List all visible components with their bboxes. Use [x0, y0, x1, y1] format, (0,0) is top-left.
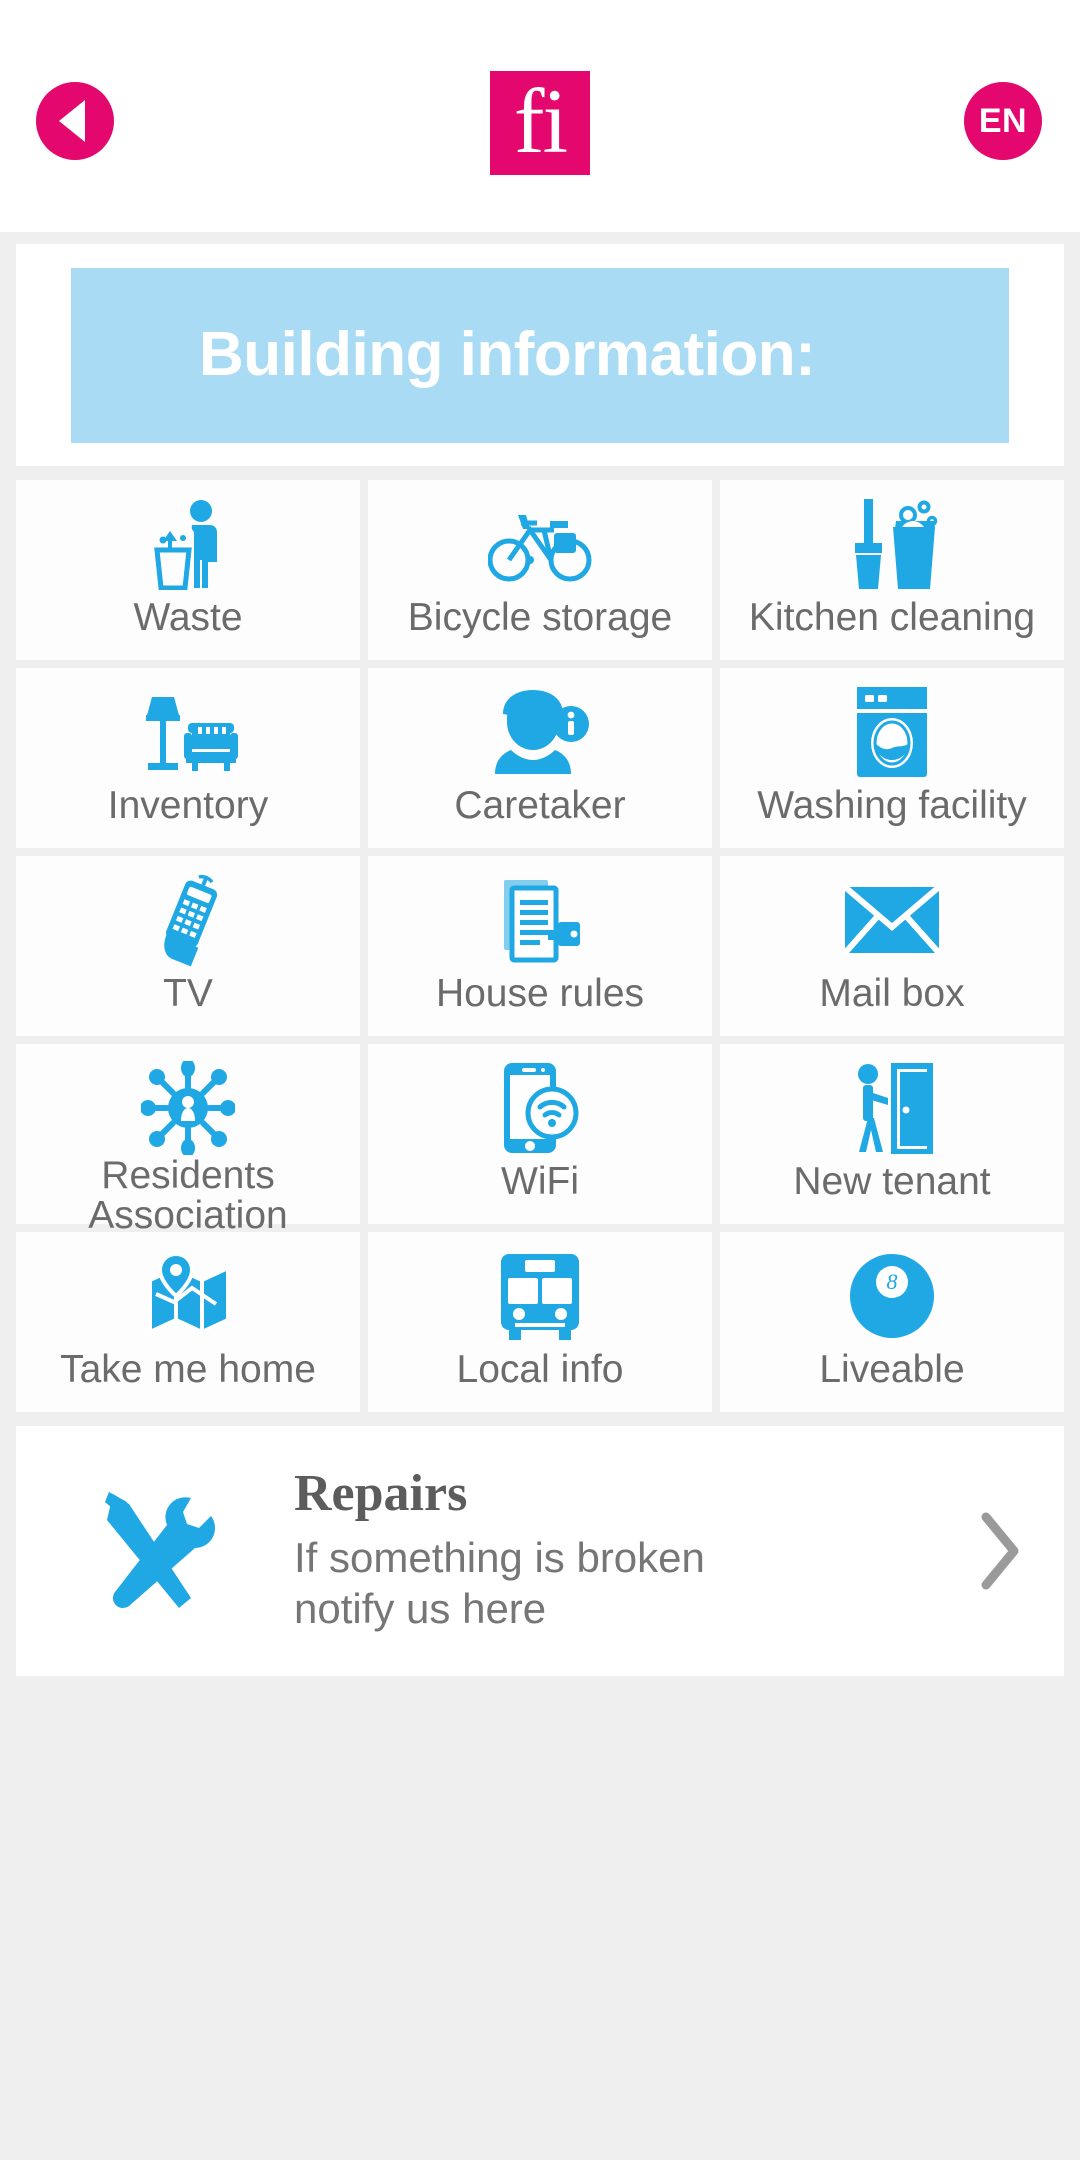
tile-residents-association[interactable]: Residents Association: [16, 1044, 360, 1235]
tile-label: Bicycle storage: [407, 596, 673, 639]
map-pin-icon: [16, 1250, 360, 1342]
person-door-icon: [720, 1062, 1064, 1154]
tile-label: WiFi: [501, 1160, 579, 1203]
washing-machine-icon: [720, 686, 1064, 778]
bus-icon: [368, 1250, 712, 1342]
language-label: EN: [978, 101, 1028, 140]
tile-take-me-home[interactable]: Take me home: [16, 1232, 360, 1412]
tile-label: Washing facility: [757, 784, 1027, 827]
app-header: fi EN: [0, 0, 1080, 232]
tile-label: Mail box: [819, 972, 965, 1015]
lamp-sofa-icon: [16, 686, 360, 778]
page-title-banner: Building information:: [71, 267, 1009, 443]
back-arrow-icon: [59, 100, 85, 142]
tile-label: Waste: [133, 596, 243, 639]
tile-label: House rules: [435, 972, 645, 1015]
repairs-card[interactable]: Repairs If something is broken notify us…: [16, 1426, 1064, 1676]
repairs-description: If something is broken: [294, 1534, 705, 1582]
tile-label: Liveable: [819, 1348, 965, 1391]
bicycle-icon: [368, 498, 712, 590]
eight-ball-icon: 8: [720, 1250, 1064, 1342]
tile-waste[interactable]: Waste: [16, 480, 360, 660]
tile-label: Caretaker: [454, 784, 626, 827]
building-info-grid: Waste Bicycle storage Kitchen cleaning I…: [16, 480, 1064, 1412]
logo-text: fi: [513, 69, 568, 172]
tile-kitchen-cleaning[interactable]: Kitchen cleaning: [720, 480, 1064, 660]
tile-mail-box[interactable]: Mail box: [720, 856, 1064, 1036]
remote-control-icon: [16, 874, 360, 967]
tile-tv[interactable]: TV: [16, 856, 360, 1036]
document-stamp-icon: [368, 874, 712, 966]
tile-inventory[interactable]: Inventory: [16, 668, 360, 848]
tile-liveable[interactable]: 8 Liveable: [720, 1232, 1064, 1412]
tile-bicycle-storage[interactable]: Bicycle storage: [368, 480, 712, 660]
cleaning-bucket-icon: [720, 498, 1064, 590]
app-root: fi EN Building information: Waste Bicycl…: [0, 0, 1080, 2160]
tile-label: Local info: [456, 1348, 624, 1391]
network-hub-icon: [16, 1061, 360, 1155]
tile-label: Take me home: [60, 1348, 316, 1391]
page-title: Building information:: [199, 320, 816, 389]
tile-new-tenant[interactable]: New tenant: [720, 1044, 1064, 1224]
tools-icon: [16, 1486, 294, 1616]
phone-wifi-icon: [368, 1062, 712, 1154]
tile-label: Kitchen cleaning: [748, 596, 1036, 639]
back-button[interactable]: [36, 82, 114, 160]
tile-label: Inventory: [107, 784, 269, 827]
person-info-icon: [368, 686, 712, 778]
svg-text:8: 8: [887, 1269, 898, 1294]
repairs-description-line2: notify us here: [294, 1585, 547, 1633]
repairs-title: Repairs: [294, 1465, 468, 1523]
tile-label: Residents Association: [88, 1154, 288, 1237]
waste-icon: [16, 498, 360, 590]
tile-label: TV: [163, 972, 213, 1015]
tile-local-info[interactable]: Local info: [368, 1232, 712, 1412]
page-title-card: Building information:: [16, 244, 1064, 466]
tile-house-rules[interactable]: House rules: [368, 856, 712, 1036]
tile-caretaker[interactable]: Caretaker: [368, 668, 712, 848]
language-button[interactable]: EN: [964, 82, 1042, 160]
app-logo[interactable]: fi: [490, 71, 590, 175]
chevron-right-icon[interactable]: [952, 1509, 1064, 1593]
tile-washing-facility[interactable]: Washing facility: [720, 668, 1064, 848]
tile-wifi[interactable]: WiFi: [368, 1044, 712, 1224]
envelope-icon: [720, 874, 1064, 966]
repairs-text: Repairs If something is broken notify us…: [294, 1467, 952, 1634]
tile-label: New tenant: [793, 1160, 991, 1203]
